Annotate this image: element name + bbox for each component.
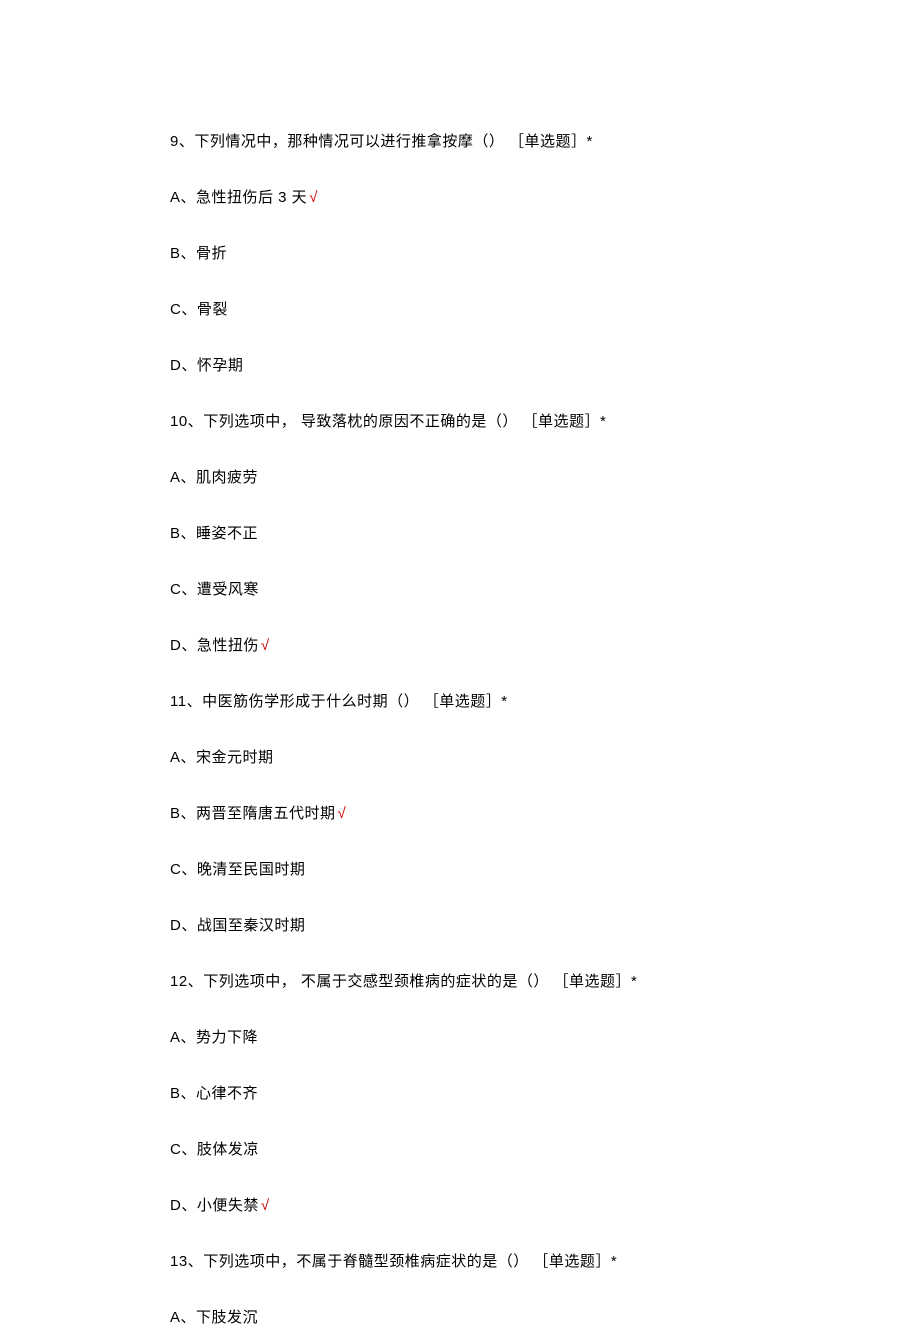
option-a: A、宋金元时期 — [170, 746, 750, 770]
question-text: 10、下列选项中， 导致落枕的原因不正确的是（） ［单选题］* — [170, 410, 750, 434]
option-c: C、晚清至民国时期 — [170, 858, 750, 882]
option-label: B、两晋至隋唐五代时期 — [170, 805, 336, 822]
option-label: A、势力下降 — [170, 1029, 258, 1046]
question-text: 12、下列选项中， 不属于交感型颈椎病的症状的是（） ［单选题］* — [170, 970, 750, 994]
option-b: B、心律不齐 — [170, 1082, 750, 1106]
question-block-13: 13、下列选项中，不属于脊髓型颈椎病症状的是（） ［单选题］* A、下肢发沉 — [170, 1250, 750, 1330]
option-label: A、下肢发沉 — [170, 1309, 258, 1326]
check-icon: √ — [338, 805, 347, 822]
question-number: 13、 — [170, 1253, 203, 1270]
option-label: A、肌肉疲劳 — [170, 469, 258, 486]
check-icon: √ — [309, 189, 318, 206]
question-stem: 下列选项中，不属于脊髓型颈椎病症状的是（） ［单选题］* — [203, 1253, 617, 1270]
option-a: A、肌肉疲劳 — [170, 466, 750, 490]
option-b: B、两晋至隋唐五代时期√ — [170, 802, 750, 826]
option-label: A、急性扭伤后 3 天 — [170, 189, 307, 206]
option-d: D、小便失禁√ — [170, 1194, 750, 1218]
option-label: D、小便失禁 — [170, 1197, 259, 1214]
question-block-12: 12、下列选项中， 不属于交感型颈椎病的症状的是（） ［单选题］* A、势力下降… — [170, 970, 750, 1218]
question-block-9: 9、下列情况中，那种情况可以进行推拿按摩（） ［单选题］* A、急性扭伤后 3 … — [170, 130, 750, 378]
question-stem: 下列选项中， 导致落枕的原因不正确的是（） ［单选题］* — [203, 413, 606, 430]
option-c: C、骨裂 — [170, 298, 750, 322]
option-c: C、肢体发凉 — [170, 1138, 750, 1162]
option-label: C、骨裂 — [170, 301, 228, 318]
question-stem: 下列选项中， 不属于交感型颈椎病的症状的是（） ［单选题］* — [203, 973, 637, 990]
option-label: B、骨折 — [170, 245, 227, 262]
option-a: A、急性扭伤后 3 天√ — [170, 186, 750, 210]
option-a: A、下肢发沉 — [170, 1306, 750, 1330]
document-content: 9、下列情况中，那种情况可以进行推拿按摩（） ［单选题］* A、急性扭伤后 3 … — [170, 130, 750, 1330]
option-a: A、势力下降 — [170, 1026, 750, 1050]
check-icon: √ — [261, 637, 270, 654]
option-label: D、急性扭伤 — [170, 637, 259, 654]
option-label: B、睡姿不正 — [170, 525, 258, 542]
option-b: B、睡姿不正 — [170, 522, 750, 546]
check-icon: √ — [261, 1197, 270, 1214]
question-number: 12、 — [170, 973, 203, 990]
question-stem: 中医筋伤学形成于什么时期（） ［单选题］* — [202, 693, 508, 710]
question-number: 9、 — [170, 133, 194, 150]
option-d: D、战国至秦汉时期 — [170, 914, 750, 938]
option-d: D、怀孕期 — [170, 354, 750, 378]
question-block-10: 10、下列选项中， 导致落枕的原因不正确的是（） ［单选题］* A、肌肉疲劳 B… — [170, 410, 750, 658]
option-label: A、宋金元时期 — [170, 749, 274, 766]
option-d: D、急性扭伤√ — [170, 634, 750, 658]
option-label: D、怀孕期 — [170, 357, 243, 374]
option-label: C、肢体发凉 — [170, 1141, 259, 1158]
question-text: 9、下列情况中，那种情况可以进行推拿按摩（） ［单选题］* — [170, 130, 750, 154]
question-block-11: 11、中医筋伤学形成于什么时期（） ［单选题］* A、宋金元时期 B、两晋至隋唐… — [170, 690, 750, 938]
question-stem: 下列情况中，那种情况可以进行推拿按摩（） ［单选题］* — [194, 133, 593, 150]
question-number: 10、 — [170, 413, 203, 430]
option-b: B、骨折 — [170, 242, 750, 266]
question-number: 11、 — [170, 693, 202, 710]
option-label: B、心律不齐 — [170, 1085, 258, 1102]
option-label: C、晚清至民国时期 — [170, 861, 305, 878]
option-c: C、遭受风寒 — [170, 578, 750, 602]
question-text: 11、中医筋伤学形成于什么时期（） ［单选题］* — [170, 690, 750, 714]
option-label: C、遭受风寒 — [170, 581, 259, 598]
option-label: D、战国至秦汉时期 — [170, 917, 305, 934]
question-text: 13、下列选项中，不属于脊髓型颈椎病症状的是（） ［单选题］* — [170, 1250, 750, 1274]
